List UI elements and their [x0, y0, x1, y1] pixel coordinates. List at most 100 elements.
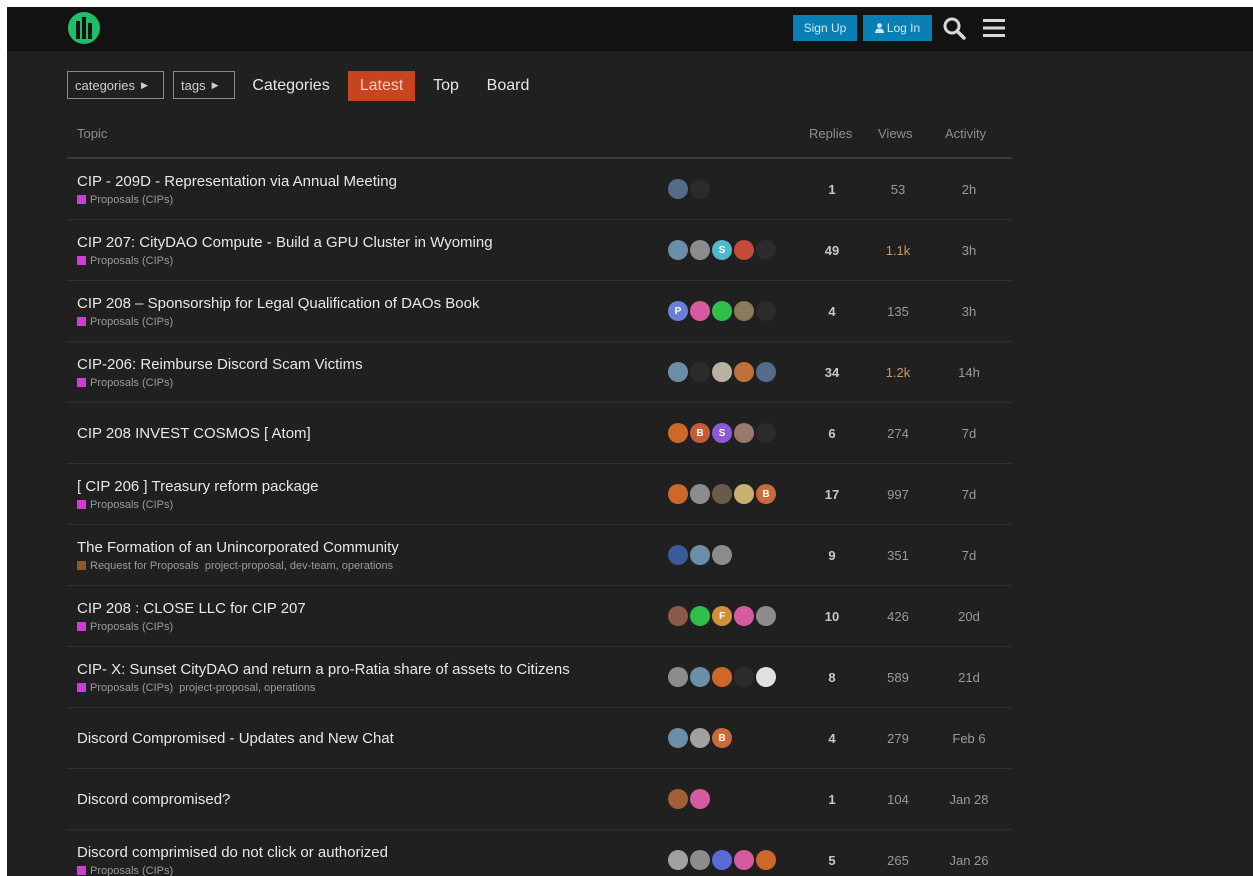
avatar[interactable]	[734, 423, 754, 443]
category-badge[interactable]: Proposals (CIPs)	[90, 621, 173, 633]
avatar[interactable]	[690, 789, 710, 809]
avatar[interactable]: B	[712, 728, 732, 748]
category-badge[interactable]: Request for Proposals	[90, 560, 199, 572]
search-icon[interactable]	[941, 15, 967, 41]
avatar[interactable]	[712, 850, 732, 870]
avatar[interactable]	[712, 301, 732, 321]
activity-time[interactable]: Jan 28	[939, 769, 999, 829]
avatar[interactable]	[668, 179, 688, 199]
avatar[interactable]	[668, 789, 688, 809]
avatar[interactable]: B	[690, 423, 710, 443]
avatar[interactable]	[668, 362, 688, 382]
table-row[interactable]: Discord Compromised - Updates and New Ch…	[67, 708, 1012, 769]
table-row[interactable]: CIP 208 – Sponsorship for Legal Qualific…	[67, 281, 1012, 342]
table-row[interactable]: Discord comprimised do not click or auth…	[67, 830, 1012, 876]
activity-time[interactable]: 2h	[939, 159, 999, 219]
activity-time[interactable]: 7d	[939, 464, 999, 524]
activity-time[interactable]: 3h	[939, 281, 999, 341]
activity-time[interactable]: 20d	[939, 586, 999, 646]
topic-title[interactable]: Discord Compromised - Updates and New Ch…	[77, 730, 657, 747]
avatar[interactable]	[756, 667, 776, 687]
avatar[interactable]	[756, 301, 776, 321]
avatar[interactable]	[734, 240, 754, 260]
avatar[interactable]	[734, 362, 754, 382]
category-badge[interactable]: Proposals (CIPs)	[90, 316, 173, 328]
avatar[interactable]	[756, 606, 776, 626]
citydao-logo-icon[interactable]	[67, 11, 101, 45]
avatar[interactable]	[690, 728, 710, 748]
topic-title[interactable]: CIP 208 INVEST COSMOS [ Atom]	[77, 425, 657, 442]
topic-title[interactable]: CIP 208 : CLOSE LLC for CIP 207	[77, 600, 657, 617]
avatar[interactable]	[690, 301, 710, 321]
category-badge[interactable]: Proposals (CIPs)	[90, 865, 173, 876]
avatar[interactable]	[690, 667, 710, 687]
category-badge[interactable]: Proposals (CIPs)	[90, 377, 173, 389]
avatar[interactable]	[668, 484, 688, 504]
table-row[interactable]: [ CIP 206 ] Treasury reform package Propo…	[67, 464, 1012, 525]
avatar[interactable]	[690, 484, 710, 504]
table-row[interactable]: CIP 208 : CLOSE LLC for CIP 207 Proposals…	[67, 586, 1012, 647]
avatar[interactable]	[690, 545, 710, 565]
nav-categories-link[interactable]: Categories	[247, 71, 335, 101]
avatar[interactable]	[668, 728, 688, 748]
table-row[interactable]: CIP - 209D - Representation via Annual M…	[67, 159, 1012, 220]
avatar[interactable]	[668, 606, 688, 626]
avatar[interactable]	[712, 545, 732, 565]
avatar[interactable]	[734, 606, 754, 626]
avatar[interactable]	[756, 423, 776, 443]
avatar[interactable]: S	[712, 240, 732, 260]
topic-tags[interactable]: project-proposal, operations	[179, 682, 315, 694]
hamburger-menu-icon[interactable]	[981, 15, 1007, 41]
login-button[interactable]: Log In	[863, 15, 932, 41]
topic-title[interactable]: [ CIP 206 ] Treasury reform package	[77, 478, 657, 495]
topic-tags[interactable]: project-proposal, dev-team, operations	[205, 560, 393, 572]
table-row[interactable]: CIP 208 INVEST COSMOS [ Atom] B S 6 274 7d	[67, 403, 1012, 464]
avatar[interactable]	[668, 423, 688, 443]
activity-time[interactable]: 21d	[939, 647, 999, 707]
avatar[interactable]	[734, 484, 754, 504]
avatar[interactable]: F	[712, 606, 732, 626]
avatar[interactable]	[756, 850, 776, 870]
avatar[interactable]: B	[756, 484, 776, 504]
tags-dropdown[interactable]: tags ▶	[173, 71, 235, 99]
avatar[interactable]	[690, 850, 710, 870]
avatar[interactable]	[756, 362, 776, 382]
activity-time[interactable]: 7d	[939, 525, 999, 585]
avatar[interactable]	[668, 240, 688, 260]
activity-time[interactable]: 3h	[939, 220, 999, 280]
avatar[interactable]	[756, 240, 776, 260]
activity-time[interactable]: 14h	[939, 342, 999, 402]
avatar[interactable]: S	[712, 423, 732, 443]
topic-title[interactable]: CIP - 209D - Representation via Annual M…	[77, 173, 657, 190]
nav-board-link[interactable]: Board	[481, 71, 535, 101]
activity-time[interactable]: 7d	[939, 403, 999, 463]
avatar[interactable]	[712, 484, 732, 504]
topic-title[interactable]: Discord compromised?	[77, 791, 657, 808]
avatar[interactable]	[734, 850, 754, 870]
topic-title[interactable]: CIP 208 – Sponsorship for Legal Qualific…	[77, 295, 657, 312]
table-row[interactable]: CIP-206: Reimburse Discord Scam Victims P…	[67, 342, 1012, 403]
avatar[interactable]	[712, 667, 732, 687]
column-activity[interactable]: Activity	[945, 126, 986, 141]
nav-latest-link[interactable]: Latest	[348, 71, 415, 101]
column-views[interactable]: Views	[878, 126, 912, 141]
table-row[interactable]: The Formation of an Unincorporated Commu…	[67, 525, 1012, 586]
avatar[interactable]: P	[668, 301, 688, 321]
topic-title[interactable]: CIP- X: Sunset CityDAO and return a pro-…	[77, 661, 657, 678]
activity-time[interactable]: Feb 6	[939, 708, 999, 768]
column-replies[interactable]: Replies	[809, 126, 852, 141]
avatar[interactable]	[690, 606, 710, 626]
topic-title[interactable]: Discord comprimised do not click or auth…	[77, 844, 657, 861]
avatar[interactable]	[668, 667, 688, 687]
topic-title[interactable]: CIP-206: Reimburse Discord Scam Victims	[77, 356, 657, 373]
table-row[interactable]: CIP- X: Sunset CityDAO and return a pro-…	[67, 647, 1012, 708]
table-row[interactable]: CIP 207: CityDAO Compute - Build a GPU C…	[67, 220, 1012, 281]
topic-title[interactable]: CIP 207: CityDAO Compute - Build a GPU C…	[77, 234, 657, 251]
avatar[interactable]	[668, 545, 688, 565]
avatar[interactable]	[712, 362, 732, 382]
topic-title[interactable]: The Formation of an Unincorporated Commu…	[77, 539, 657, 556]
category-badge[interactable]: Proposals (CIPs)	[90, 255, 173, 267]
category-badge[interactable]: Proposals (CIPs)	[90, 499, 173, 511]
avatar[interactable]	[690, 240, 710, 260]
avatar[interactable]	[690, 362, 710, 382]
